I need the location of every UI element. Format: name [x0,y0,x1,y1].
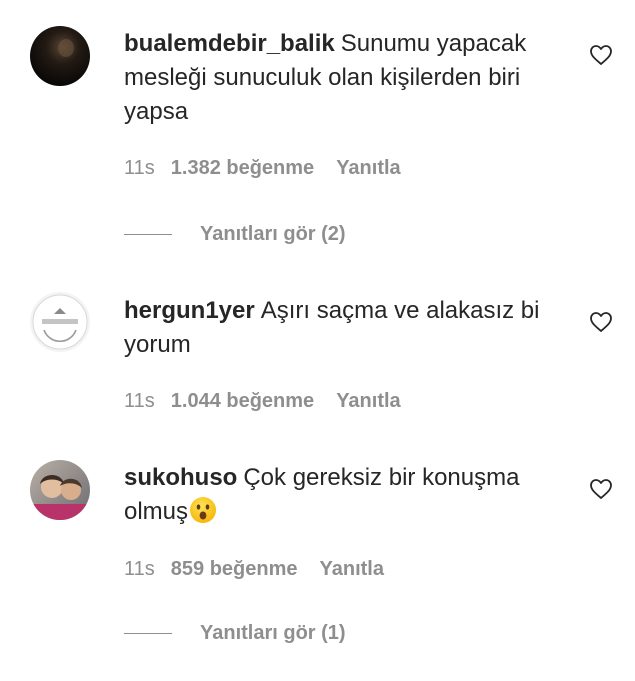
comment-time: 11s [124,558,155,580]
avatar[interactable] [30,460,90,520]
view-replies-label: Yanıtları gör (1) [200,622,346,644]
reply-button[interactable]: Yanıtla [320,557,384,581]
comment-username[interactable]: bualemdebir_balik [124,30,335,57]
comment-text: bualemdebir_balik Sunumu yapacak mesleği … [124,27,564,129]
comment-time: 11s [124,157,155,179]
like-count[interactable]: 1.044 beğenme [171,389,314,413]
comment-text: hergun1yer Aşırı saçma ve alakasız bi yor… [124,294,564,362]
avatar[interactable] [30,292,90,352]
comment-meta: 11s 859 beğenme Yanıtla [124,557,384,581]
surprised-face-emoji [189,496,217,524]
reply-button[interactable]: Yanıtla [336,389,400,413]
heart-icon[interactable] [589,43,613,67]
like-count[interactable]: 1.382 beğenme [171,156,314,180]
comment-username[interactable]: hergun1yer [124,297,255,324]
avatar[interactable] [30,26,90,86]
view-replies-label: Yanıtları gör (2) [200,223,346,245]
reply-button[interactable]: Yanıtla [336,156,400,180]
heart-icon[interactable] [589,477,613,501]
view-replies-button[interactable]: Yanıtları gör (1) [124,621,346,645]
comment-username[interactable]: sukohuso [124,464,237,491]
divider-line [124,234,172,236]
heart-icon[interactable] [589,310,613,334]
divider-line [124,633,172,635]
comment-meta: 11s 1.382 beğenme Yanıtla [124,156,401,180]
comment-meta: 11s 1.044 beğenme Yanıtla [124,389,401,413]
comment-time: 11s [124,390,155,412]
comment-text: sukohuso Çok gereksiz bir konuşma olmuş [124,461,564,529]
view-replies-button[interactable]: Yanıtları gör (2) [124,222,346,246]
like-count[interactable]: 859 beğenme [171,557,298,581]
